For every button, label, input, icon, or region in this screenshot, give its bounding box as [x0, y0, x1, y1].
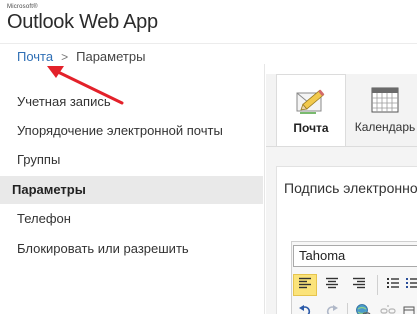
align-right-icon	[352, 276, 366, 294]
sidebar-item-phone[interactable]: Телефон	[0, 205, 263, 233]
more-button[interactable]	[403, 302, 417, 314]
undo-button[interactable]	[293, 302, 317, 314]
sidebar-item-organize-email[interactable]: Упорядочение электронной почты	[0, 117, 263, 145]
signature-section-title: Подпись электронной почты	[284, 180, 417, 196]
numbered-list-icon	[405, 276, 417, 294]
bulleted-list-button[interactable]	[381, 274, 405, 296]
align-right-button[interactable]	[347, 274, 371, 296]
app-logo: Microsoft® Outlook Web App	[7, 4, 158, 33]
owa-options-page: Microsoft® Outlook Web App Почта > Парам…	[0, 0, 417, 314]
breadcrumb: Почта > Параметры	[17, 49, 145, 64]
numbered-list-button[interactable]	[405, 274, 417, 296]
sidebar-item-account[interactable]: Учетная запись	[0, 88, 263, 116]
brand-title: Outlook Web App	[7, 11, 158, 33]
header-divider	[0, 43, 417, 44]
tab-mail-label: Почта	[293, 121, 329, 135]
tab-mail[interactable]: Почта	[276, 74, 346, 146]
breadcrumb-mail-link[interactable]: Почта	[17, 49, 53, 64]
redo-icon	[325, 304, 339, 314]
insert-link-button[interactable]	[351, 302, 375, 314]
font-family-select[interactable]: Tahoma	[293, 245, 417, 267]
settings-tabstrip: Почта Календарь	[266, 74, 417, 146]
bulleted-list-icon	[386, 276, 400, 294]
sidebar-item-block-allow[interactable]: Блокировать или разрешить	[0, 235, 263, 263]
remove-link-icon	[380, 304, 396, 314]
align-center-button[interactable]	[320, 274, 344, 296]
align-left-button[interactable]	[293, 274, 317, 296]
more-icon	[403, 304, 415, 314]
pane-divider	[264, 64, 265, 314]
sidebar-item-groups[interactable]: Группы	[0, 146, 263, 174]
sidebar-item-settings[interactable]: Параметры	[0, 176, 263, 204]
insert-link-icon	[355, 303, 371, 314]
breadcrumb-separator: >	[61, 49, 69, 64]
align-left-icon	[298, 276, 312, 294]
redo-button[interactable]	[320, 302, 344, 314]
tab-calendar[interactable]: Календарь	[350, 74, 417, 146]
calendar-icon	[370, 84, 400, 117]
toolbar-separator	[377, 275, 378, 295]
tab-calendar-label: Календарь	[354, 120, 416, 134]
align-center-icon	[325, 276, 339, 294]
toolbar-separator-2	[347, 303, 348, 314]
undo-icon	[298, 304, 312, 314]
remove-link-button[interactable]	[376, 302, 400, 314]
brand-small-text: Microsoft®	[7, 4, 38, 10]
breadcrumb-current: Параметры	[76, 49, 146, 64]
mail-pencil-icon	[294, 85, 328, 120]
